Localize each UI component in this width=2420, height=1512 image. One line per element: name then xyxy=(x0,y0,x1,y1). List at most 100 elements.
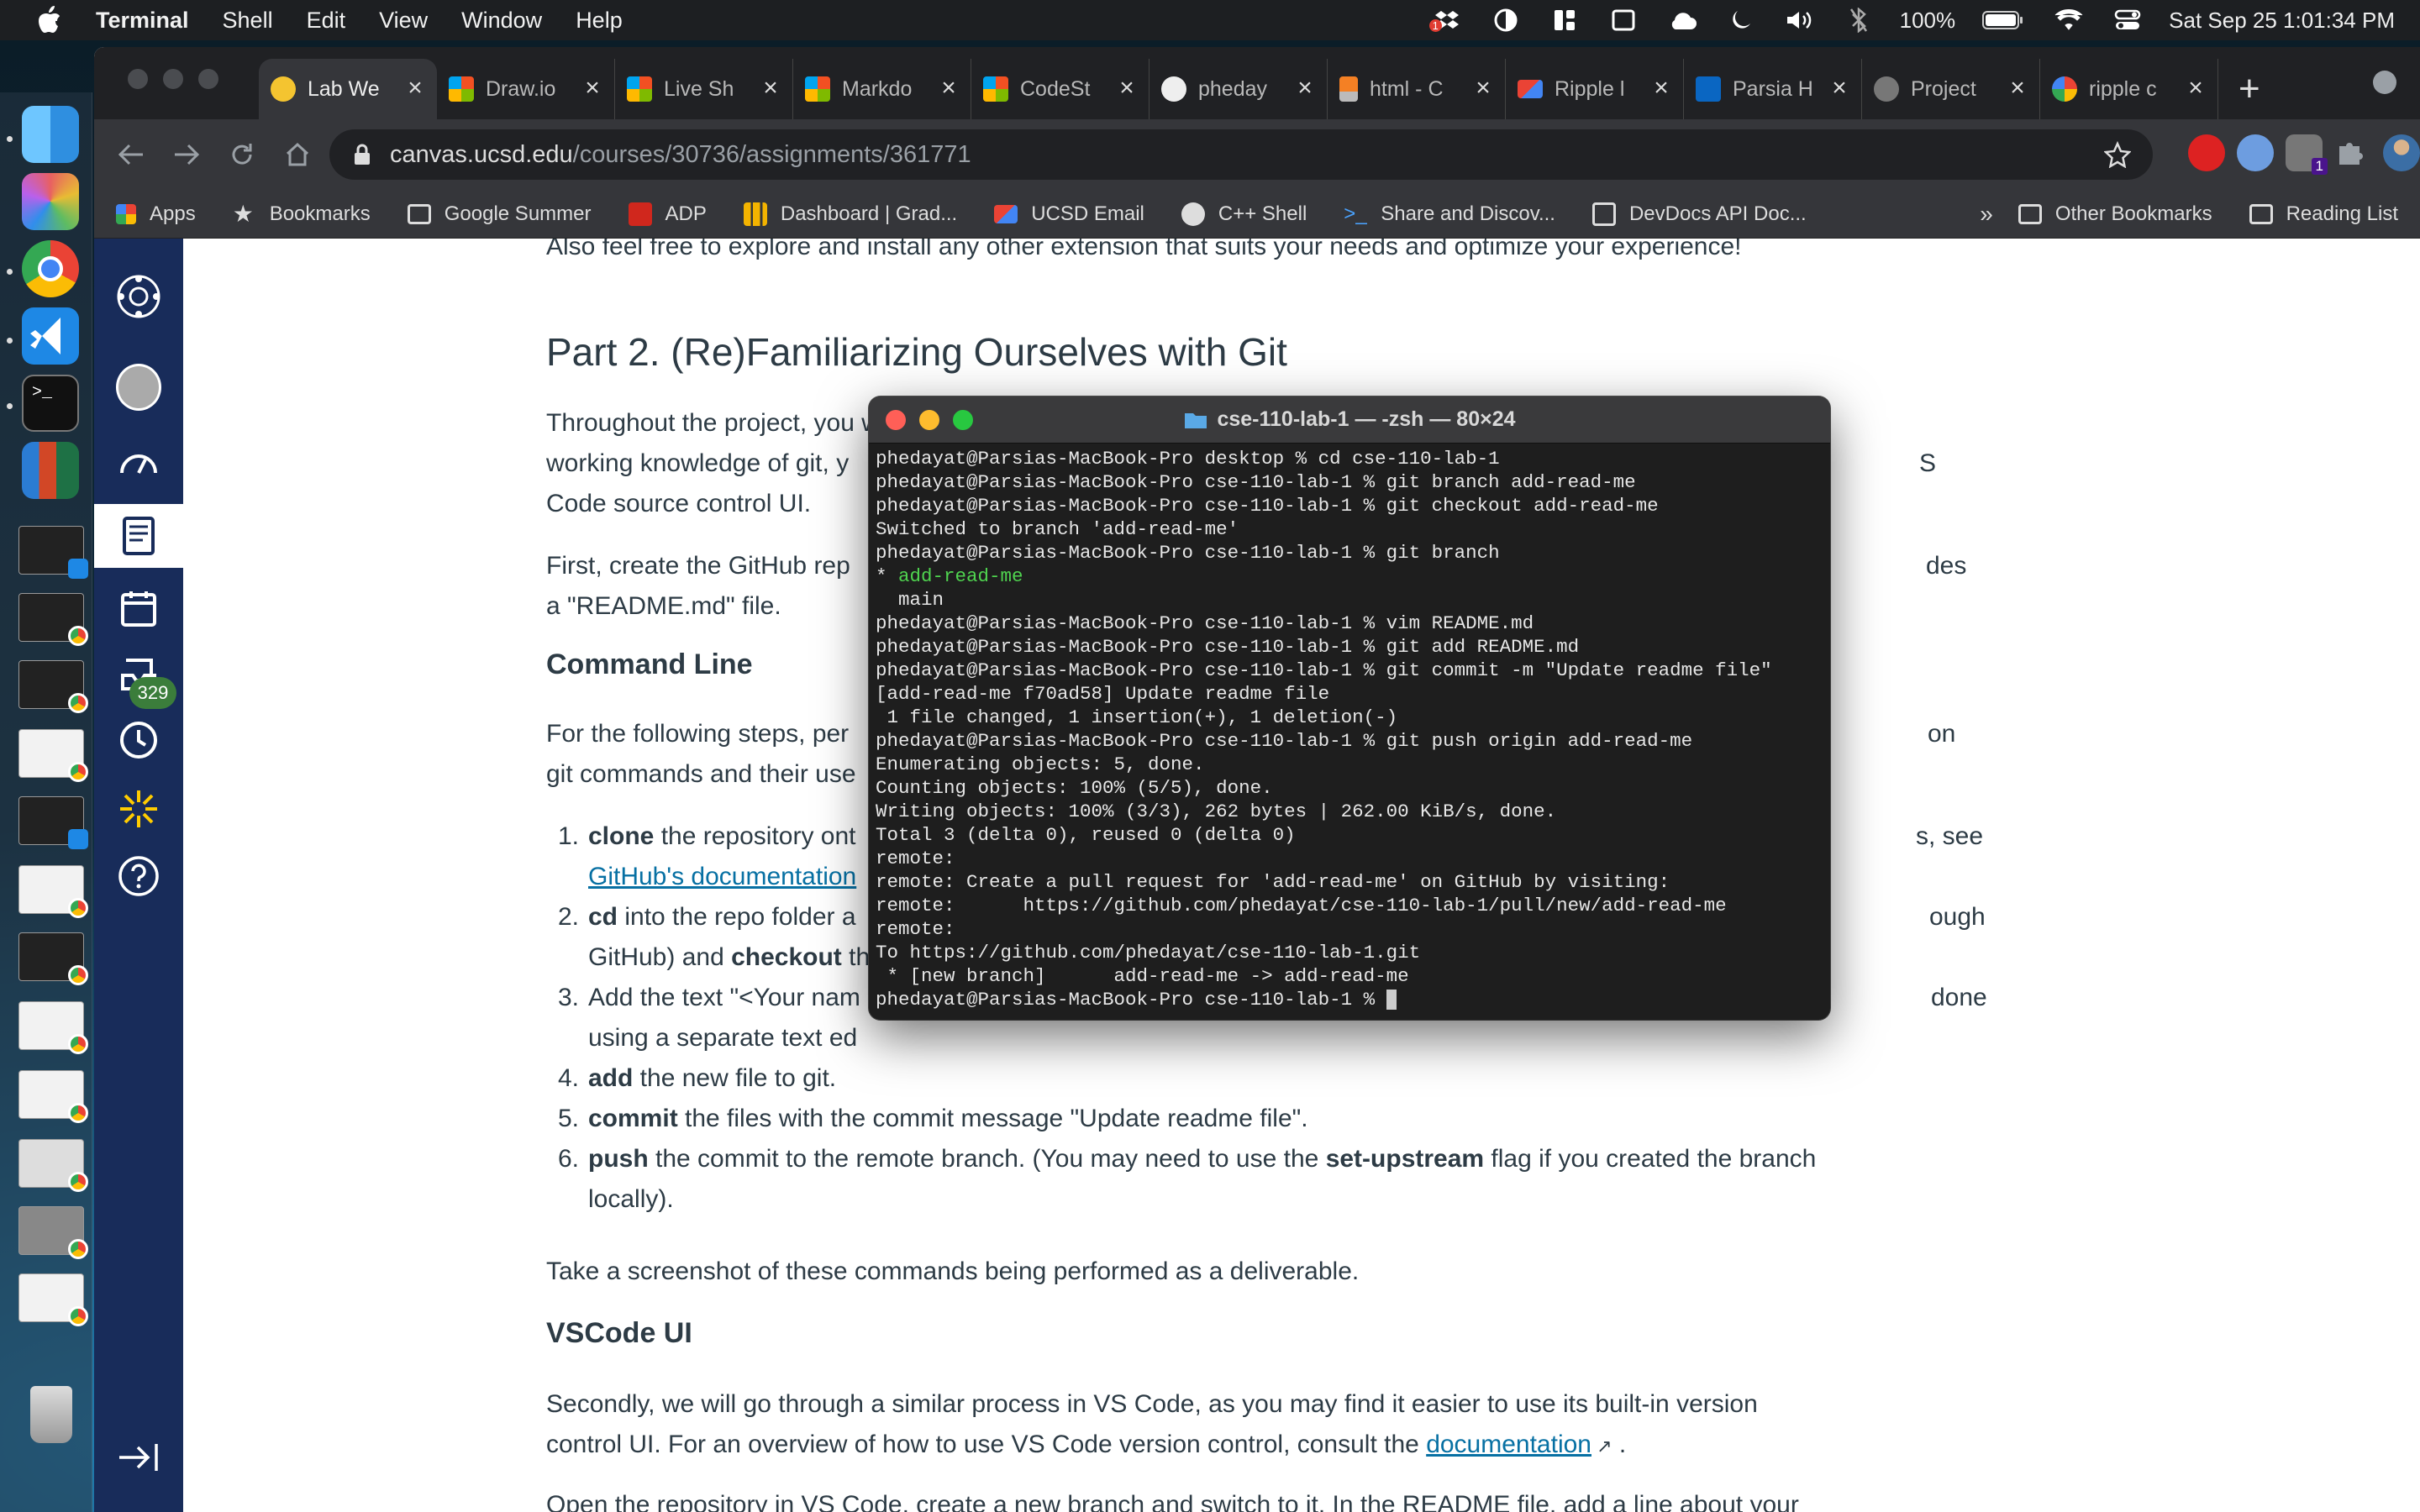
cloud-icon[interactable] xyxy=(1668,8,1697,33)
dock-window-thumbnail[interactable] xyxy=(18,1139,88,1192)
moon-icon[interactable] xyxy=(1727,8,1755,33)
bookmark-star-icon[interactable] xyxy=(2104,141,2131,168)
bookmark-bookmarks[interactable]: ★ Bookmarks xyxy=(233,202,371,226)
dock-finder-icon[interactable] xyxy=(22,106,79,163)
dock-window-thumbnail[interactable] xyxy=(18,660,88,713)
vscode-docs-link[interactable]: documentation xyxy=(1426,1431,1591,1458)
menu-window[interactable]: Window xyxy=(461,8,542,34)
magnet-icon[interactable] xyxy=(1550,8,1579,33)
history-clock-icon[interactable] xyxy=(116,717,161,763)
bookmark-google-summer[interactable]: Google Summer xyxy=(407,202,592,226)
extension-ghost-icon[interactable]: 1 xyxy=(2286,134,2328,175)
tab-google-search[interactable]: ripple c × xyxy=(2040,59,2218,119)
more-bookmarks-button[interactable]: » xyxy=(1980,201,1993,228)
dock-window-thumbnail[interactable] xyxy=(18,729,88,782)
forward-button[interactable] xyxy=(168,136,205,173)
bookmark-devdocs[interactable]: DevDocs API Doc... xyxy=(1591,202,1807,226)
zoom-window-button[interactable] xyxy=(198,69,218,89)
tab-lab-week[interactable]: Lab We × xyxy=(259,59,437,119)
courses-icon[interactable] xyxy=(94,504,183,568)
screen-mirroring-icon[interactable] xyxy=(1609,8,1638,33)
tab-linkedin[interactable]: Parsia H × xyxy=(1684,59,1862,119)
tab-codestream[interactable]: CodeSt × xyxy=(971,59,1150,119)
menu-edit[interactable]: Edit xyxy=(307,8,346,34)
other-bookmarks[interactable]: Other Bookmarks xyxy=(2018,202,2212,226)
terminal-output[interactable]: phedayat@Parsias-MacBook-Pro desktop % c… xyxy=(876,447,1823,1015)
tab-close-icon[interactable]: × xyxy=(1117,76,1137,101)
tab-close-icon[interactable]: × xyxy=(760,76,781,101)
minimize-window-button[interactable] xyxy=(163,69,183,89)
tab-markdown[interactable]: Markdo × xyxy=(793,59,971,119)
canvas-logo-icon[interactable] xyxy=(116,274,161,319)
bookmark-apps[interactable]: Apps xyxy=(116,202,196,226)
dock-window-thumbnail[interactable] xyxy=(18,526,88,579)
home-button[interactable] xyxy=(279,136,316,173)
tab-github[interactable]: pheday × xyxy=(1150,59,1328,119)
dock-window-thumbnail[interactable] xyxy=(18,593,88,646)
tab-close-icon[interactable]: × xyxy=(1295,76,1315,101)
menu-shell[interactable]: Shell xyxy=(223,8,273,34)
help-icon[interactable] xyxy=(116,853,161,899)
address-bar[interactable]: canvas.ucsd.edu/courses/30736/assignment… xyxy=(329,129,2153,180)
tab-close-icon[interactable]: × xyxy=(582,76,602,101)
terminal-window[interactable]: cse-110-lab-1 — -zsh — 80×24 phedayat@Pa… xyxy=(869,396,1830,1020)
extension-compass-icon[interactable] xyxy=(2237,134,2274,171)
bookmark-dashboard[interactable]: Dashboard | Grad... xyxy=(743,202,957,226)
clock[interactable]: Sat Sep 25 1:01:34 PM xyxy=(2169,8,2395,34)
github-docs-link[interactable]: GitHub's documentation xyxy=(588,863,856,890)
bookmark-adp[interactable]: ADP xyxy=(628,202,707,226)
apple-menu-icon[interactable] xyxy=(37,6,62,34)
new-tab-button[interactable]: + xyxy=(2238,59,2260,119)
battery-icon[interactable] xyxy=(1982,8,2024,33)
night-shift-icon[interactable] xyxy=(1491,8,1520,33)
tab-close-icon[interactable]: × xyxy=(939,76,959,101)
dock-window-thumbnail[interactable] xyxy=(18,1001,88,1054)
tab-live-share[interactable]: Live Sh × xyxy=(615,59,793,119)
reload-button[interactable] xyxy=(224,136,260,173)
lock-icon[interactable] xyxy=(353,144,371,165)
bookmark-ucsd-email[interactable]: UCSD Email xyxy=(994,202,1144,226)
wifi-icon[interactable] xyxy=(2054,8,2083,33)
dock-window-thumbnail[interactable] xyxy=(18,796,88,849)
studio-icon[interactable] xyxy=(116,786,161,832)
menu-view[interactable]: View xyxy=(379,8,428,34)
dock-window-thumbnail[interactable] xyxy=(18,932,88,985)
terminal-title-bar[interactable]: cse-110-lab-1 — -zsh — 80×24 xyxy=(869,396,1830,444)
tab-close-icon[interactable]: × xyxy=(2007,76,2028,101)
dock-vscode-icon[interactable] xyxy=(22,307,79,365)
dashboard-icon[interactable] xyxy=(116,438,161,484)
tab-search-icon[interactable] xyxy=(2373,71,2396,94)
dock-chrome-icon[interactable] xyxy=(22,240,79,297)
tab-drawio[interactable]: Draw.io × xyxy=(437,59,615,119)
dock-trash-icon[interactable] xyxy=(30,1386,72,1443)
back-button[interactable] xyxy=(113,136,150,173)
close-window-button[interactable] xyxy=(128,69,148,89)
tab-close-icon[interactable]: × xyxy=(1651,76,1671,101)
terminal-close-button[interactable] xyxy=(886,410,906,430)
terminal-zoom-button[interactable] xyxy=(953,410,973,430)
tab-project[interactable]: Project × xyxy=(1862,59,2040,119)
extensions-puzzle-icon[interactable] xyxy=(2334,134,2371,171)
calendar-icon[interactable] xyxy=(116,586,161,632)
dropbox-icon[interactable]: 1 xyxy=(1428,8,1461,33)
dock-window-thumbnail[interactable] xyxy=(18,1070,88,1123)
dock-window-thumbnail[interactable] xyxy=(18,1273,88,1326)
bluetooth-off-icon[interactable] xyxy=(1844,8,1873,33)
collapse-nav-icon[interactable] xyxy=(116,1435,161,1480)
menu-help[interactable]: Help xyxy=(576,8,623,34)
menu-app-terminal[interactable]: Terminal xyxy=(96,8,189,34)
tab-gmail[interactable]: Ripple l × xyxy=(1506,59,1684,119)
profile-avatar[interactable] xyxy=(2383,134,2420,171)
tab-stackoverflow[interactable]: html - C × xyxy=(1328,59,1506,119)
tab-close-icon[interactable]: × xyxy=(1473,76,1493,101)
dock-terminal-icon[interactable]: >_ xyxy=(22,375,79,432)
dock-launchpad-icon[interactable] xyxy=(22,173,79,230)
dock-office-icon[interactable] xyxy=(22,442,79,499)
tab-close-icon[interactable]: × xyxy=(405,76,425,101)
dock-window-thumbnail[interactable] xyxy=(18,865,88,918)
reading-list[interactable]: Reading List xyxy=(2249,202,2398,226)
control-center-icon[interactable] xyxy=(2113,8,2142,33)
account-avatar-icon[interactable] xyxy=(116,364,161,411)
bookmark-share-and-discover[interactable]: >_ Share and Discov... xyxy=(1344,202,1555,226)
terminal-minimize-button[interactable] xyxy=(919,410,939,430)
